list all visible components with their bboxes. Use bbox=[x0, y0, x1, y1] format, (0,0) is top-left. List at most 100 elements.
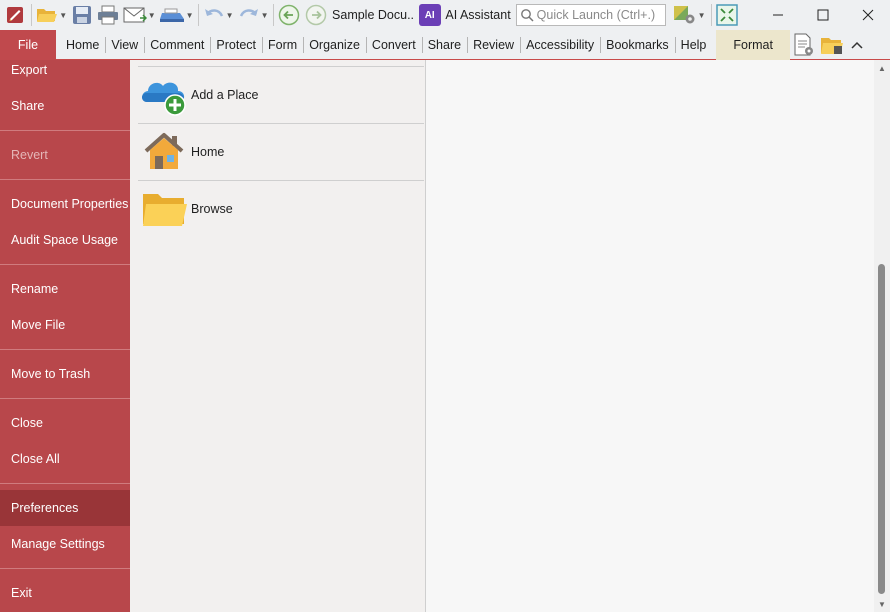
ai-assistant-label[interactable]: AI Assistant bbox=[445, 8, 510, 22]
scroll-up-icon[interactable]: ▲ bbox=[874, 60, 890, 76]
folder-icon bbox=[138, 185, 190, 233]
chevron-down-icon[interactable]: ▼ bbox=[261, 11, 269, 20]
undo-button[interactable]: ▼ bbox=[201, 2, 236, 28]
open-folder-button[interactable]: ▼ bbox=[34, 2, 69, 28]
open-folder-icon bbox=[820, 38, 843, 54]
separator bbox=[272, 4, 274, 26]
tab-bookmarks[interactable]: Bookmarks bbox=[600, 30, 675, 60]
chevron-down-icon[interactable]: ▼ bbox=[698, 11, 706, 20]
place-label: Add a Place bbox=[191, 88, 259, 102]
tab-comment[interactable]: Comment bbox=[144, 30, 210, 60]
nav-divider bbox=[0, 568, 130, 569]
cloud-add-icon bbox=[138, 71, 190, 119]
backstage-nav: Export Share Revert Document Properties … bbox=[0, 60, 130, 612]
nav-audit-space-usage[interactable]: Audit Space Usage bbox=[0, 223, 130, 257]
back-icon bbox=[278, 4, 300, 26]
minimize-button[interactable] bbox=[756, 0, 801, 30]
quick-launch-input[interactable] bbox=[536, 8, 665, 22]
title-bar: ▼ ▼ ▼ ▼ ▼ Sample Docu.. AI AI Assistant … bbox=[0, 0, 890, 30]
ai-assistant-icon: AI bbox=[418, 4, 441, 26]
fullscreen-button[interactable] bbox=[714, 2, 741, 28]
place-label: Browse bbox=[191, 202, 233, 216]
close-window-button[interactable] bbox=[845, 0, 890, 30]
nav-revert: Revert bbox=[11, 148, 48, 162]
back-button[interactable] bbox=[276, 2, 303, 28]
separator bbox=[197, 4, 199, 26]
separator bbox=[31, 4, 33, 26]
fullscreen-icon bbox=[716, 4, 738, 26]
email-icon bbox=[123, 7, 147, 23]
place-browse[interactable]: Browse bbox=[138, 180, 424, 237]
nav-move-file[interactable]: Move File bbox=[0, 308, 130, 342]
document-properties-icon bbox=[794, 33, 813, 56]
search-icon bbox=[520, 9, 534, 22]
nav-divider bbox=[0, 398, 130, 399]
home-icon bbox=[138, 128, 190, 176]
redo-button[interactable]: ▼ bbox=[236, 2, 271, 28]
open-folder-ribbon-button[interactable] bbox=[818, 30, 846, 60]
nav-share[interactable]: Share bbox=[0, 89, 130, 123]
app-logo-icon[interactable] bbox=[0, 2, 29, 28]
vertical-scrollbar[interactable]: ▲ ▼ bbox=[874, 60, 890, 612]
nav-export[interactable]: Export bbox=[0, 53, 130, 87]
undo-icon bbox=[204, 9, 223, 17]
print-button[interactable] bbox=[94, 2, 121, 28]
tab-accessibility[interactable]: Accessibility bbox=[520, 30, 600, 60]
minimize-icon bbox=[773, 14, 784, 16]
close-icon bbox=[862, 9, 873, 21]
maximize-button[interactable] bbox=[801, 0, 846, 30]
nav-rename[interactable]: Rename bbox=[0, 272, 130, 306]
scroll-down-icon[interactable]: ▼ bbox=[874, 596, 890, 612]
theme-settings-icon bbox=[673, 6, 695, 24]
print-icon bbox=[98, 5, 119, 25]
scan-icon bbox=[159, 8, 184, 22]
email-button[interactable]: ▼ bbox=[122, 2, 157, 28]
ai-assistant-button[interactable]: AI bbox=[418, 2, 441, 28]
nav-close-all[interactable]: Close All bbox=[0, 442, 130, 476]
tab-share[interactable]: Share bbox=[421, 30, 467, 60]
nav-divider bbox=[0, 130, 130, 131]
nav-document-properties[interactable]: Document Properties bbox=[0, 187, 130, 221]
quick-launch-box[interactable] bbox=[515, 4, 666, 26]
separator bbox=[710, 4, 712, 26]
chevron-down-icon[interactable]: ▼ bbox=[59, 11, 67, 20]
place-add-a-place[interactable]: Add a Place bbox=[138, 66, 424, 123]
save-icon bbox=[72, 6, 91, 24]
places-panel: Add a Place Home Browse bbox=[130, 60, 426, 612]
nav-divider bbox=[0, 264, 130, 265]
tab-form[interactable]: Form bbox=[262, 30, 303, 60]
chevron-down-icon[interactable]: ▼ bbox=[226, 11, 234, 20]
tab-organize[interactable]: Organize bbox=[303, 30, 366, 60]
nav-move-to-trash[interactable]: Move to Trash bbox=[0, 357, 130, 391]
scan-button[interactable]: ▼ bbox=[157, 2, 196, 28]
scrollbar-thumb[interactable] bbox=[878, 264, 885, 594]
tab-protect[interactable]: Protect bbox=[210, 30, 262, 60]
chevron-down-icon[interactable]: ▼ bbox=[186, 11, 194, 20]
open-folder-icon bbox=[37, 9, 58, 22]
save-button[interactable] bbox=[69, 2, 94, 28]
forward-icon bbox=[306, 4, 327, 26]
place-home[interactable]: Home bbox=[138, 123, 424, 180]
maximize-icon bbox=[817, 9, 829, 21]
tab-review[interactable]: Review bbox=[467, 30, 520, 60]
nav-divider bbox=[0, 179, 130, 180]
nav-close[interactable]: Close bbox=[0, 406, 130, 440]
nav-divider bbox=[0, 483, 130, 484]
collapse-ribbon-button[interactable] bbox=[846, 30, 868, 60]
tab-help[interactable]: Help bbox=[674, 30, 713, 60]
tab-convert[interactable]: Convert bbox=[365, 30, 422, 60]
document-properties-button[interactable] bbox=[790, 30, 818, 60]
nav-preferences[interactable]: Preferences bbox=[0, 490, 130, 526]
ribbon-tab-row: File Home View Comment Protect Form Orga… bbox=[0, 30, 890, 60]
nav-manage-settings[interactable]: Manage Settings bbox=[0, 527, 130, 561]
collapse-ribbon-icon bbox=[851, 41, 863, 49]
forward-button[interactable] bbox=[303, 2, 330, 28]
redo-icon bbox=[239, 9, 258, 17]
backstage-content-area bbox=[426, 60, 874, 612]
theme-settings-button[interactable]: ▼ bbox=[670, 2, 709, 28]
nav-exit[interactable]: Exit bbox=[0, 576, 130, 610]
document-title[interactable]: Sample Docu.. bbox=[332, 8, 414, 22]
tab-format[interactable]: Format bbox=[716, 30, 790, 60]
nav-divider bbox=[0, 349, 130, 350]
chevron-down-icon[interactable]: ▼ bbox=[148, 11, 156, 20]
